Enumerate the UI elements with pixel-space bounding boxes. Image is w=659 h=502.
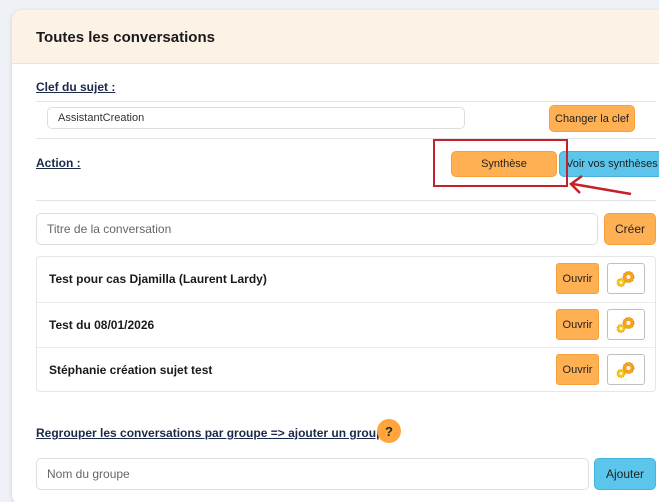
- open-button[interactable]: Ouvrir: [556, 354, 599, 385]
- divider: [36, 200, 656, 201]
- gears-icon: [616, 270, 635, 287]
- subject-key-label: Clef du sujet :: [36, 80, 116, 94]
- conversation-title: Test du 08/01/2026: [49, 318, 155, 332]
- list-item: Test pour cas Djamilla (Laurent Lardy) O…: [37, 257, 655, 302]
- highlight-box: [433, 139, 568, 187]
- subject-key-input[interactable]: AssistantCreation: [47, 107, 465, 129]
- gears-icon: [616, 316, 635, 333]
- conversation-title: Test pour cas Djamilla (Laurent Lardy): [49, 272, 267, 286]
- conversations-panel: Toutes les conversations Clef du sujet :…: [12, 10, 659, 502]
- panel-title: Toutes les conversations: [36, 29, 215, 46]
- settings-button[interactable]: [607, 309, 645, 340]
- conversation-list: Test pour cas Djamilla (Laurent Lardy) O…: [36, 256, 656, 392]
- divider: [36, 101, 656, 102]
- open-button[interactable]: Ouvrir: [556, 309, 599, 340]
- list-item: Test du 08/01/2026 Ouvrir: [37, 302, 655, 347]
- gears-icon: [616, 361, 635, 378]
- settings-button[interactable]: [607, 354, 645, 385]
- group-name-input[interactable]: Nom du groupe: [36, 458, 589, 490]
- add-group-button[interactable]: Ajouter: [594, 458, 656, 490]
- annotation-arrow-icon: [569, 174, 632, 196]
- open-button[interactable]: Ouvrir: [556, 263, 599, 294]
- action-label: Action :: [36, 156, 81, 170]
- change-key-button[interactable]: Changer la clef: [549, 105, 635, 132]
- panel-header: Toutes les conversations: [12, 10, 659, 64]
- help-icon[interactable]: ?: [377, 419, 401, 443]
- conversation-title: Stéphanie création sujet test: [49, 363, 213, 377]
- settings-button[interactable]: [607, 263, 645, 294]
- create-button[interactable]: Créer: [604, 213, 656, 245]
- conversation-title-input[interactable]: Titre de la conversation: [36, 213, 598, 245]
- list-item: Stéphanie création sujet test Ouvrir: [37, 347, 655, 392]
- add-group-link[interactable]: Regrouper les conversations par groupe =…: [36, 426, 390, 440]
